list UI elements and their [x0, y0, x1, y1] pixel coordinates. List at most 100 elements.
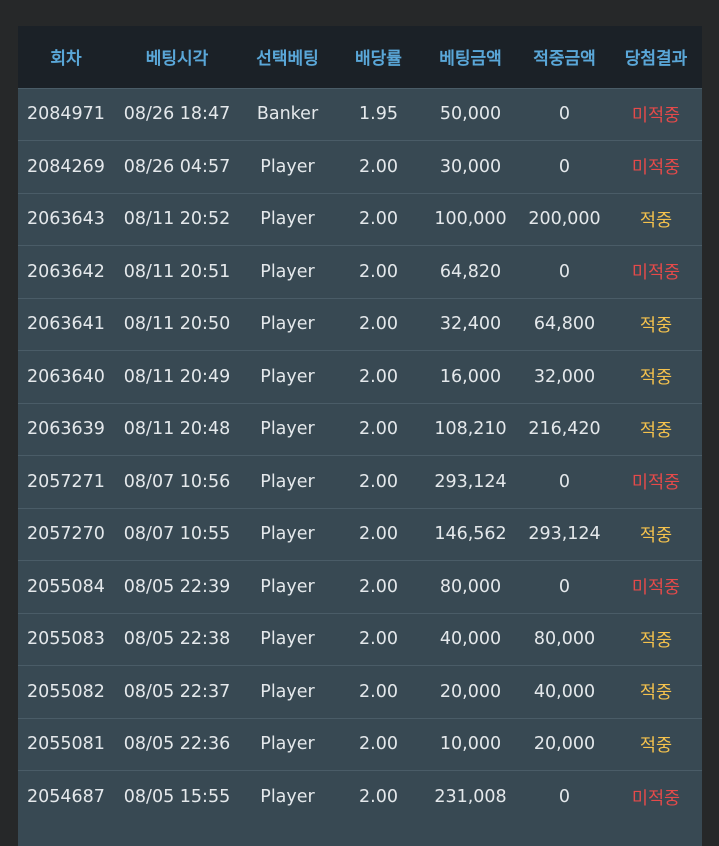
table-row: 2057270 08/07 10:55 Player 2.00 146,562 293,1…: [18, 508, 702, 561]
round-cell: 2063643: [27, 209, 105, 230]
table-row: 2063642 08/11 20:51 Player 2.00 64,820 0 미적중: [18, 245, 702, 299]
header-round: 회차: [50, 49, 82, 70]
bet-amount-cell: 231,008: [434, 787, 507, 807]
round-cell: 2063641: [27, 314, 105, 335]
result-cell: 미적중: [631, 788, 681, 809]
selection-cell: Player: [260, 734, 315, 755]
odds-cell: 1.95: [359, 104, 398, 125]
odds-cell: 2.00: [359, 261, 398, 282]
bet-amount-cell: 293,124: [434, 471, 507, 492]
bet-time-cell: 08/05 15:55: [123, 787, 231, 807]
odds-cell: 2.00: [359, 629, 398, 650]
header-bet-amount: 베팅금액: [439, 49, 502, 70]
round-cell: 2084269: [27, 156, 105, 177]
table-row: 2063641 08/11 20:50 Player 2.00 32,400 64,800…: [18, 298, 702, 351]
table-row: 2057271 08/07 10:56 Player 2.00 293,124 0 미적중: [18, 455, 702, 509]
table-row: 2063639 08/11 20:48 Player 2.00 108,210 216,4…: [18, 403, 702, 456]
round-cell: 2055081: [27, 734, 105, 755]
selection-cell: Player: [260, 524, 315, 545]
selection-cell: Player: [260, 471, 315, 492]
bet-time-cell: 08/07 10:55: [123, 524, 231, 545]
bet-history-panel: 회차 베팅시각 선택베팅 배당률 베팅금액 적중금액 당첨결과 2084971 0…: [18, 26, 702, 846]
header-selection: 선택베팅: [256, 49, 319, 70]
selection-cell: Player: [260, 419, 315, 440]
header-odds: 배당률: [355, 49, 402, 70]
selection-cell: Player: [260, 209, 315, 230]
odds-cell: 2.00: [359, 314, 398, 335]
selection-cell: Player: [260, 314, 315, 335]
bet-amount-cell: 80,000: [439, 576, 502, 597]
bet-amount-cell: 146,562: [434, 524, 507, 545]
odds-cell: 2.00: [359, 524, 398, 545]
win-amount-cell: 216,420: [528, 419, 601, 440]
table-row: 2084971 08/26 18:47 Banker 1.95 50,000 0 미적중: [18, 88, 702, 141]
table-row: 2055082 08/05 22:37 Player 2.00 20,000 40,000…: [18, 665, 702, 719]
round-cell: 2055082: [27, 681, 105, 702]
bet-time-cell: 08/26 18:47: [123, 104, 231, 125]
selection-cell: Player: [260, 261, 315, 282]
bet-time-cell: 08/11 20:52: [123, 209, 231, 230]
bet-history-table: 회차 베팅시각 선택베팅 배당률 베팅금액 적중금액 당첨결과 2084971 0…: [18, 26, 702, 823]
result-cell: 적중: [639, 683, 673, 704]
table-body: 2084971 08/26 18:47 Banker 1.95 50,000 0 미적중 20…: [18, 88, 702, 823]
win-amount-cell: 293,124: [528, 524, 601, 545]
win-amount-cell: 0: [558, 156, 571, 177]
table-header: 회차 베팅시각 선택베팅 배당률 베팅금액 적중금액 당첨결과: [18, 26, 702, 88]
selection-cell: Player: [260, 576, 315, 597]
bet-time-cell: 08/05 22:36: [123, 734, 231, 755]
round-cell: 2057270: [27, 524, 105, 545]
win-amount-cell: 200,000: [528, 209, 601, 230]
round-cell: 2055083: [27, 629, 105, 650]
result-cell: 미적중: [631, 578, 681, 599]
bet-amount-cell: 100,000: [434, 209, 507, 230]
bet-time-cell: 08/05 22:37: [123, 681, 231, 702]
bet-amount-cell: 32,400: [439, 314, 502, 335]
table-row: 2055084 08/05 22:39 Player 2.00 80,000 0 미적중: [18, 560, 702, 614]
bet-amount-cell: 10,000: [439, 734, 502, 755]
bet-time-cell: 08/26 04:57: [123, 156, 231, 177]
win-amount-cell: 0: [558, 576, 571, 597]
bet-amount-cell: 50,000: [439, 104, 502, 125]
odds-cell: 2.00: [359, 734, 398, 755]
odds-cell: 2.00: [359, 576, 398, 597]
bet-amount-cell: 64,820: [439, 261, 502, 282]
round-cell: 2063640: [27, 366, 105, 387]
odds-cell: 2.00: [359, 156, 398, 177]
selection-cell: Player: [260, 629, 315, 650]
win-amount-cell: 20,000: [533, 734, 596, 755]
win-amount-cell: 64,800: [533, 314, 596, 335]
bet-time-cell: 08/05 22:39: [123, 576, 231, 597]
bet-amount-cell: 40,000: [439, 629, 502, 650]
win-amount-cell: 0: [558, 787, 571, 807]
result-cell: 미적중: [631, 263, 681, 284]
table-row: 2063643 08/11 20:52 Player 2.00 100,000 200,0…: [18, 193, 702, 246]
bet-amount-cell: 20,000: [439, 681, 502, 702]
selection-cell: Player: [260, 787, 315, 807]
header-bet-time: 베팅시각: [145, 49, 209, 70]
result-cell: 미적중: [631, 473, 681, 494]
result-cell: 적중: [639, 735, 673, 756]
result-cell: 미적중: [631, 158, 681, 179]
result-cell: 적중: [639, 420, 673, 441]
header-row: 회차 베팅시각 선택베팅 배당률 베팅금액 적중금액 당첨결과: [18, 26, 702, 88]
result-cell: 적중: [639, 368, 673, 389]
header-result: 당첨결과: [624, 49, 688, 70]
bet-amount-cell: 108,210: [434, 419, 507, 440]
win-amount-cell: 32,000: [533, 366, 596, 387]
bet-time-cell: 08/11 20:49: [123, 366, 231, 387]
selection-cell: Player: [260, 681, 315, 702]
round-cell: 2057271: [27, 471, 105, 492]
odds-cell: 2.00: [359, 681, 398, 702]
bet-time-cell: 08/05 22:38: [123, 629, 231, 650]
table-row: 2063640 08/11 20:49 Player 2.00 16,000 32,000…: [18, 350, 702, 404]
round-cell: 2063642: [27, 261, 105, 282]
round-cell: 2054687: [27, 787, 105, 807]
win-amount-cell: 0: [558, 104, 571, 125]
bet-amount-cell: 16,000: [439, 366, 502, 387]
selection-cell: Banker: [256, 104, 319, 125]
result-cell: 적중: [639, 630, 673, 651]
round-cell: 2084971: [27, 104, 105, 125]
table-row: 2055083 08/05 22:38 Player 2.00 40,000 80,000…: [18, 613, 702, 666]
win-amount-cell: 0: [558, 471, 571, 492]
bet-time-cell: 08/11 20:48: [123, 419, 231, 440]
